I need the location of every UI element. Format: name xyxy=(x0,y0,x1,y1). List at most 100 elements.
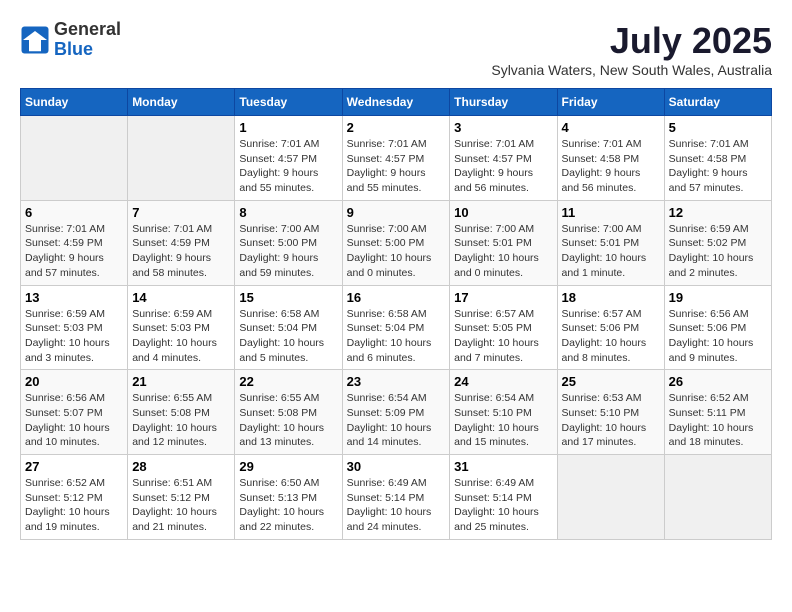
day-info: Sunrise: 7:01 AMSunset: 4:59 PMDaylight:… xyxy=(25,222,123,281)
day-info: Sunrise: 6:55 AMSunset: 5:08 PMDaylight:… xyxy=(132,391,230,450)
day-number: 14 xyxy=(132,290,230,305)
calendar-cell: 2Sunrise: 7:01 AMSunset: 4:57 PMDaylight… xyxy=(342,116,450,201)
day-info: Sunrise: 6:54 AMSunset: 5:10 PMDaylight:… xyxy=(454,391,552,450)
day-info: Sunrise: 7:00 AMSunset: 5:00 PMDaylight:… xyxy=(239,222,337,281)
day-info: Sunrise: 6:59 AMSunset: 5:03 PMDaylight:… xyxy=(132,307,230,366)
day-number: 20 xyxy=(25,374,123,389)
day-info: Sunrise: 6:56 AMSunset: 5:07 PMDaylight:… xyxy=(25,391,123,450)
logo-blue: Blue xyxy=(54,40,121,60)
calendar-cell: 10Sunrise: 7:00 AMSunset: 5:01 PMDayligh… xyxy=(450,200,557,285)
day-number: 23 xyxy=(347,374,446,389)
day-number: 3 xyxy=(454,120,552,135)
day-number: 28 xyxy=(132,459,230,474)
day-number: 19 xyxy=(669,290,767,305)
calendar-cell: 3 Sunrise: 7:01 AMSunset: 4:57 PMDaylight… xyxy=(450,116,557,201)
day-number: 15 xyxy=(239,290,337,305)
weekday-header: Thursday xyxy=(450,89,557,116)
day-number: 21 xyxy=(132,374,230,389)
day-number: 7 xyxy=(132,205,230,220)
logo: General Blue xyxy=(20,20,121,60)
day-number: 16 xyxy=(347,290,446,305)
calendar-cell xyxy=(557,455,664,540)
weekday-header: Tuesday xyxy=(235,89,342,116)
calendar-cell: 5 Sunrise: 7:01 AMSunset: 4:58 PMDaylight… xyxy=(664,116,771,201)
day-number: 12 xyxy=(669,205,767,220)
calendar-week-row: 6 Sunrise: 7:01 AMSunset: 4:59 PMDaylight… xyxy=(21,200,772,285)
day-number: 8 xyxy=(239,205,337,220)
calendar-cell: 6 Sunrise: 7:01 AMSunset: 4:59 PMDaylight… xyxy=(21,200,128,285)
day-number: 22 xyxy=(239,374,337,389)
calendar-week-row: 27 Sunrise: 6:52 AMSunset: 5:12 PMDayligh… xyxy=(21,455,772,540)
day-info: Sunrise: 7:00 AMSunset: 5:01 PMDaylight:… xyxy=(454,222,552,281)
calendar-cell: 25 Sunrise: 6:53 AMSunset: 5:10 PMDayligh… xyxy=(557,370,664,455)
calendar-cell: 20 Sunrise: 6:56 AMSunset: 5:07 PMDayligh… xyxy=(21,370,128,455)
month-title: July 2025 xyxy=(491,20,772,62)
day-info: Sunrise: 6:49 AMSunset: 5:14 PMDaylight:… xyxy=(347,476,446,535)
day-info: Sunrise: 7:01 AMSunset: 4:59 PMDaylight:… xyxy=(132,222,230,281)
calendar-week-row: 13 Sunrise: 6:59 AMSunset: 5:03 PMDayligh… xyxy=(21,285,772,370)
day-number: 27 xyxy=(25,459,123,474)
calendar-cell: 21 Sunrise: 6:55 AMSunset: 5:08 PMDayligh… xyxy=(128,370,235,455)
day-number: 25 xyxy=(562,374,660,389)
calendar-cell: 8 Sunrise: 7:00 AMSunset: 5:00 PMDaylight… xyxy=(235,200,342,285)
logo-general: General xyxy=(54,20,121,40)
day-info: Sunrise: 6:51 AMSunset: 5:12 PMDaylight:… xyxy=(132,476,230,535)
calendar-cell xyxy=(664,455,771,540)
day-info: Sunrise: 6:50 AMSunset: 5:13 PMDaylight:… xyxy=(239,476,337,535)
calendar-cell: 14 Sunrise: 6:59 AMSunset: 5:03 PMDayligh… xyxy=(128,285,235,370)
day-info: Sunrise: 7:01 AMSunset: 4:58 PMDaylight:… xyxy=(669,137,767,196)
calendar-cell: 12 Sunrise: 6:59 AMSunset: 5:02 PMDayligh… xyxy=(664,200,771,285)
weekday-header: Friday xyxy=(557,89,664,116)
logo-icon xyxy=(20,25,50,55)
calendar-cell: 29 Sunrise: 6:50 AMSunset: 5:13 PMDayligh… xyxy=(235,455,342,540)
day-number: 13 xyxy=(25,290,123,305)
weekday-header: Wednesday xyxy=(342,89,450,116)
day-info: Sunrise: 6:58 AMSunset: 5:04 PMDaylight:… xyxy=(239,307,337,366)
calendar-cell: 11Sunrise: 7:00 AMSunset: 5:01 PMDayligh… xyxy=(557,200,664,285)
calendar-cell: 24 Sunrise: 6:54 AMSunset: 5:10 PMDayligh… xyxy=(450,370,557,455)
calendar-week-row: 1 Sunrise: 7:01 AMSunset: 4:57 PMDaylight… xyxy=(21,116,772,201)
day-info: Sunrise: 6:56 AMSunset: 5:06 PMDaylight:… xyxy=(669,307,767,366)
day-number: 31 xyxy=(454,459,552,474)
day-info: Sunrise: 6:54 AMSunset: 5:09 PMDaylight:… xyxy=(347,391,446,450)
calendar-table: SundayMondayTuesdayWednesdayThursdayFrid… xyxy=(20,88,772,540)
day-info: Sunrise: 7:00 AMSunset: 5:00 PMDaylight:… xyxy=(347,222,446,281)
day-info: Sunrise: 6:52 AMSunset: 5:11 PMDaylight:… xyxy=(669,391,767,450)
day-info: Sunrise: 7:01 AMSunset: 4:57 PMDaylight:… xyxy=(239,137,337,196)
calendar-cell: 13 Sunrise: 6:59 AMSunset: 5:03 PMDayligh… xyxy=(21,285,128,370)
day-number: 29 xyxy=(239,459,337,474)
day-info: Sunrise: 6:57 AMSunset: 5:05 PMDaylight:… xyxy=(454,307,552,366)
calendar-cell: 23 Sunrise: 6:54 AMSunset: 5:09 PMDayligh… xyxy=(342,370,450,455)
day-number: 24 xyxy=(454,374,552,389)
calendar-cell: 9Sunrise: 7:00 AMSunset: 5:00 PMDaylight… xyxy=(342,200,450,285)
day-number: 18 xyxy=(562,290,660,305)
day-number: 2 xyxy=(347,120,446,135)
calendar-cell: 28 Sunrise: 6:51 AMSunset: 5:12 PMDayligh… xyxy=(128,455,235,540)
calendar-cell xyxy=(21,116,128,201)
day-number: 6 xyxy=(25,205,123,220)
day-number: 5 xyxy=(669,120,767,135)
day-info: Sunrise: 6:53 AMSunset: 5:10 PMDaylight:… xyxy=(562,391,660,450)
page-header: General Blue July 2025 Sylvania Waters, … xyxy=(20,20,772,78)
day-number: 4 xyxy=(562,120,660,135)
calendar-cell: 31Sunrise: 6:49 AMSunset: 5:14 PMDayligh… xyxy=(450,455,557,540)
day-info: Sunrise: 6:59 AMSunset: 5:02 PMDaylight:… xyxy=(669,222,767,281)
calendar-cell: 17 Sunrise: 6:57 AMSunset: 5:05 PMDayligh… xyxy=(450,285,557,370)
calendar-cell xyxy=(128,116,235,201)
day-info: Sunrise: 6:59 AMSunset: 5:03 PMDaylight:… xyxy=(25,307,123,366)
day-number: 26 xyxy=(669,374,767,389)
calendar-cell: 26 Sunrise: 6:52 AMSunset: 5:11 PMDayligh… xyxy=(664,370,771,455)
calendar-cell: 16Sunrise: 6:58 AMSunset: 5:04 PMDayligh… xyxy=(342,285,450,370)
logo-text: General Blue xyxy=(54,20,121,60)
day-number: 1 xyxy=(239,120,337,135)
day-info: Sunrise: 7:01 AMSunset: 4:57 PMDaylight:… xyxy=(454,137,552,196)
calendar-cell: 1 Sunrise: 7:01 AMSunset: 4:57 PMDaylight… xyxy=(235,116,342,201)
calendar-cell: 22Sunrise: 6:55 AMSunset: 5:08 PMDayligh… xyxy=(235,370,342,455)
weekday-header: Monday xyxy=(128,89,235,116)
day-info: Sunrise: 6:52 AMSunset: 5:12 PMDaylight:… xyxy=(25,476,123,535)
calendar-cell: 27 Sunrise: 6:52 AMSunset: 5:12 PMDayligh… xyxy=(21,455,128,540)
day-number: 30 xyxy=(347,459,446,474)
calendar-cell: 7 Sunrise: 7:01 AMSunset: 4:59 PMDaylight… xyxy=(128,200,235,285)
day-number: 17 xyxy=(454,290,552,305)
location-subtitle: Sylvania Waters, New South Wales, Austra… xyxy=(491,62,772,78)
